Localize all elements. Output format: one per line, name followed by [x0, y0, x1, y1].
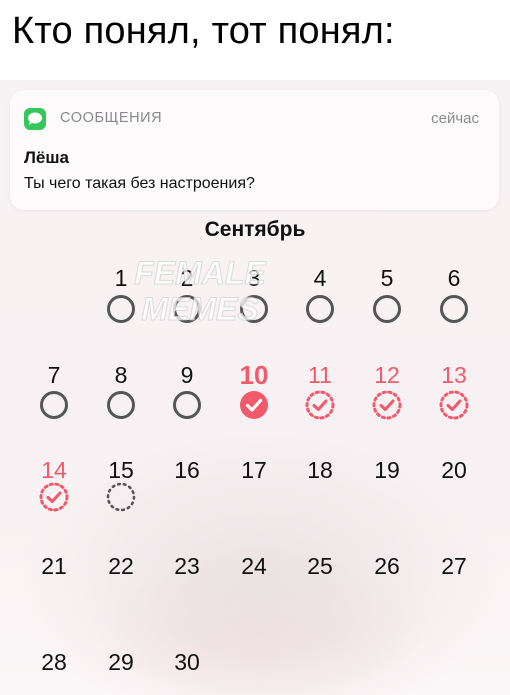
notification-app-name: СООБЩЕНИЯ — [60, 110, 163, 126]
calendar-day-23[interactable]: 23 — [162, 553, 212, 580]
calendar-day-21[interactable]: 21 — [29, 553, 79, 580]
calendar-day-19[interactable]: 19 — [362, 457, 412, 484]
dotted-circle-icon[interactable] — [104, 480, 138, 514]
filled-check-icon[interactable] — [237, 388, 271, 422]
calendar-day-20[interactable]: 20 — [429, 457, 479, 484]
dotted-check-icon[interactable] — [303, 388, 337, 422]
calendar-day-25[interactable]: 25 — [295, 553, 345, 580]
empty-circle-icon[interactable] — [437, 292, 471, 326]
meme-caption: Кто понял, тот понял: — [12, 10, 395, 52]
calendar-day-9[interactable]: 9 — [162, 362, 212, 389]
calendar-day-24[interactable]: 24 — [229, 553, 279, 580]
empty-circle-icon[interactable] — [104, 388, 138, 422]
notification-sender: Лёша — [24, 148, 70, 167]
calendar-day-16[interactable]: 16 — [162, 457, 212, 484]
calendar-month-title: Сентябрь — [204, 218, 306, 241]
empty-circle-icon[interactable] — [370, 292, 404, 326]
notification-message: Ты чего такая без настроения? — [24, 175, 255, 192]
watermark-line-2: MEMES — [141, 291, 259, 327]
calendar-day-11[interactable]: 11 — [295, 362, 345, 389]
empty-circle-icon[interactable] — [170, 388, 204, 422]
watermark-logo: FEMALE MEMES — [134, 255, 268, 328]
calendar-day-28[interactable]: 28 — [29, 649, 79, 676]
calendar-day-10[interactable]: 10 — [229, 360, 279, 391]
calendar-day-26[interactable]: 26 — [362, 553, 412, 580]
watermark-line-1: FEMALE — [134, 255, 267, 291]
calendar-day-5[interactable]: 5 — [362, 265, 412, 292]
calendar-day-7[interactable]: 7 — [29, 362, 79, 389]
calendar-day-4[interactable]: 4 — [295, 265, 345, 292]
calendar-day-30[interactable]: 30 — [162, 649, 212, 676]
calendar-day-18[interactable]: 18 — [295, 457, 345, 484]
calendar-day-6[interactable]: 6 — [429, 265, 479, 292]
calendar-day-12[interactable]: 12 — [362, 362, 412, 389]
calendar-day-17[interactable]: 17 — [229, 457, 279, 484]
dotted-check-icon[interactable] — [370, 388, 404, 422]
calendar-day-29[interactable]: 29 — [96, 649, 146, 676]
phone-screen: СООБЩЕНИЯ сейчас Лёша Ты чего такая без … — [0, 80, 510, 695]
dotted-check-icon[interactable] — [437, 388, 471, 422]
calendar-day-27[interactable]: 27 — [429, 553, 479, 580]
calendar-day-8[interactable]: 8 — [96, 362, 146, 389]
dotted-check-icon[interactable] — [37, 480, 71, 514]
calendar-day-22[interactable]: 22 — [96, 553, 146, 580]
empty-circle-icon[interactable] — [303, 292, 337, 326]
notification-time: сейчас — [431, 110, 479, 127]
calendar-day-13[interactable]: 13 — [429, 362, 479, 389]
empty-circle-icon[interactable] — [37, 388, 71, 422]
message-notification[interactable]: СООБЩЕНИЯ сейчас Лёша Ты чего такая без … — [10, 90, 499, 210]
messages-app-icon — [24, 108, 46, 130]
